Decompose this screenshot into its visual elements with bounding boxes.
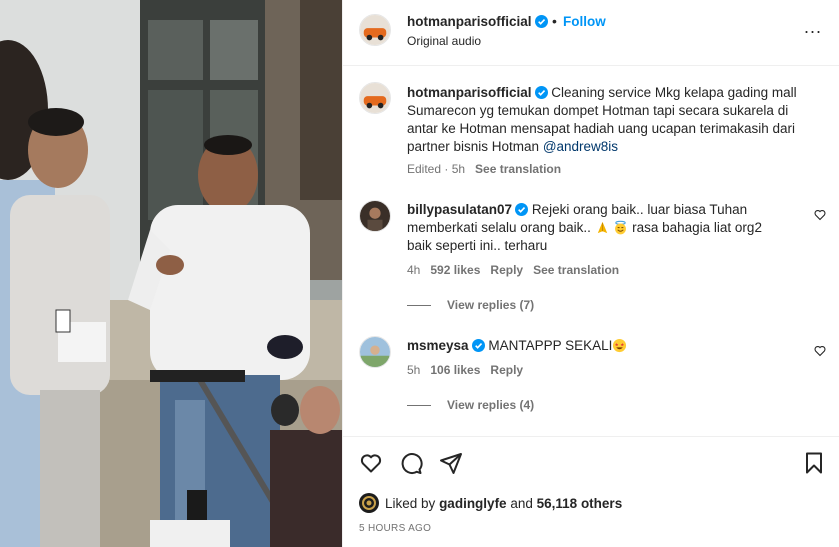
comment-reply-button[interactable]: Reply	[490, 363, 523, 377]
replies-divider-line	[407, 304, 431, 306]
liked-by-summary: Liked by gadinglyfe and 56,118 others	[359, 493, 622, 513]
verified-badge-icon	[471, 339, 485, 352]
view-replies-button[interactable]: View replies (7)	[407, 298, 534, 312]
liked-by-mid: and	[510, 495, 533, 511]
author-username[interactable]: hotmanparisofficial	[407, 14, 548, 29]
author-avatar[interactable]	[359, 14, 391, 46]
post-actions: Liked by gadinglyfe and 56,118 others 5 …	[343, 436, 839, 547]
post-header: hotmanparisofficial • Follow Original au…	[343, 0, 839, 66]
follow-button[interactable]: Follow	[563, 14, 606, 29]
caption-mention-link[interactable]: @andrew8is	[543, 139, 618, 154]
caption-text: hotmanparisofficial Cleaning service Mkg…	[407, 84, 817, 156]
view-replies-button[interactable]: View replies (4)	[407, 398, 534, 412]
comment-time: 4h	[407, 263, 421, 277]
comment-body-line1: Rejeki orang baik.. luar biasa Tuhan	[531, 202, 748, 217]
comment-body-line2a: memberkati selalu orang baik..	[407, 220, 595, 235]
comment-body: MANTAPPP SEKALI	[488, 338, 613, 353]
original-audio-link[interactable]: Original audio	[407, 34, 481, 48]
folded-hands-emoji-icon	[597, 221, 607, 234]
post-side-panel: hotmanparisofficial • Follow Original au…	[342, 0, 839, 547]
post-viewer: hotmanparisofficial • Follow Original au…	[0, 0, 839, 547]
caption-see-translation[interactable]: See translation	[475, 162, 561, 176]
comment-text: msmeysa MANTAPPP SEKALI	[407, 337, 797, 355]
smiling-halo-emoji-icon	[615, 220, 627, 235]
comments-list[interactable]: hotmanparisofficial Cleaning service Mkg…	[343, 66, 839, 436]
comment-reply-button[interactable]: Reply	[490, 263, 523, 277]
liked-by-username[interactable]: gadinglyfe	[439, 496, 507, 511]
comment-username[interactable]: msmeysa	[407, 338, 469, 353]
commenter-avatar[interactable]	[359, 200, 391, 232]
liked-by-others-count[interactable]: 56,118 others	[537, 496, 623, 511]
caption-avatar[interactable]	[359, 82, 391, 114]
comment-meta: 4h 592 likes Reply See translation	[407, 263, 619, 277]
post-video[interactable]	[0, 0, 342, 547]
comment-time: 5h	[407, 363, 421, 377]
comment-meta: 5h 106 likes Reply	[407, 363, 523, 377]
liker-avatar[interactable]	[359, 493, 379, 513]
comment-like-heart-icon[interactable]	[814, 209, 826, 221]
view-replies-label: View replies (4)	[447, 398, 535, 412]
comment-body-line3: baik seperti ini.. terharu	[407, 238, 548, 253]
comment-bubble-icon[interactable]	[399, 451, 423, 475]
caption-edited-time: Edited · 5h	[407, 162, 466, 176]
verified-badge-icon	[534, 86, 548, 99]
liked-by-prefix: Liked by	[385, 495, 436, 511]
comment-body-line2b: rasa bahagia liat org2	[628, 220, 762, 235]
view-replies-label: View replies (7)	[447, 298, 535, 312]
comment-like-heart-icon[interactable]	[814, 345, 826, 357]
post-timestamp[interactable]: 5 HOURS AGO	[359, 523, 431, 534]
separator-dot: •	[552, 13, 557, 29]
verified-badge-icon	[534, 15, 548, 28]
comment-like-count[interactable]: 592 likes	[430, 263, 480, 277]
heart-icon[interactable]	[359, 451, 383, 475]
caption-meta: Edited · 5h See translation	[407, 162, 561, 176]
caption-username[interactable]: hotmanparisofficial	[407, 85, 532, 100]
replies-divider-line	[407, 404, 431, 406]
send-icon[interactable]	[439, 451, 463, 475]
comment-like-count[interactable]: 106 likes	[430, 363, 480, 377]
more-options-icon[interactable]: ...	[804, 18, 824, 38]
bookmark-icon[interactable]	[802, 451, 826, 475]
comment-text: billypasulatan07 Rejeki orang baik.. lua…	[407, 201, 797, 255]
comment-username[interactable]: billypasulatan07	[407, 202, 512, 217]
comment-see-translation[interactable]: See translation	[533, 263, 619, 277]
commenter-avatar[interactable]	[359, 336, 391, 368]
video-frame	[0, 0, 342, 547]
verified-badge-icon	[515, 203, 529, 216]
star-struck-emoji-icon	[613, 338, 627, 353]
